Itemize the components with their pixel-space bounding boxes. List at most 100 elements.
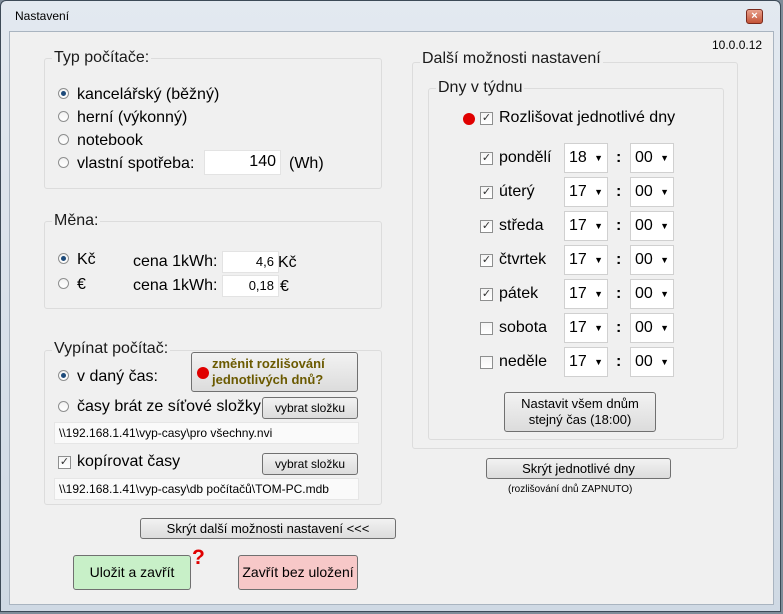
copy-times-label[interactable]: kopírovat časy [77, 453, 180, 471]
minute-select[interactable]: 00 ▼ [630, 313, 674, 343]
distinguish-days-checkbox[interactable]: ✓ [480, 112, 493, 125]
minute-select[interactable]: 00 ▼ [630, 347, 674, 377]
window-title: Nastavení [15, 9, 70, 23]
minute-value: 00 [635, 149, 653, 166]
price-eur-input[interactable]: 0,18 [222, 275, 279, 297]
minute-value: 00 [635, 353, 653, 370]
minute-value: 00 [635, 217, 653, 234]
chevron-down-icon: ▼ [660, 289, 669, 299]
hour-select[interactable]: 17 ▼ [564, 177, 608, 207]
minute-select[interactable]: 00 ▼ [630, 245, 674, 275]
chevron-down-icon: ▼ [660, 357, 669, 367]
chevron-down-icon: ▼ [660, 255, 669, 265]
hour-value: 17 [569, 319, 587, 336]
radio-notebook[interactable] [58, 134, 69, 145]
chevron-down-icon: ▼ [594, 323, 603, 333]
minute-value: 00 [635, 285, 653, 302]
distinguish-days-label[interactable]: Rozlišovat jednotlivé dny [499, 109, 675, 127]
day-checkbox[interactable]: ✓ [480, 288, 493, 301]
change-days-hint-button[interactable]: změnit rozlišování jednotlivých dnů? [191, 352, 358, 392]
hour-value: 17 [569, 353, 587, 370]
hour-select[interactable]: 17 ▼ [564, 245, 608, 275]
radio-czk[interactable] [58, 253, 69, 264]
minute-select[interactable]: 00 ▼ [630, 279, 674, 309]
hour-select[interactable]: 18 ▼ [564, 143, 608, 173]
hour-value: 17 [569, 285, 587, 302]
hour-select[interactable]: 17 ▼ [564, 211, 608, 241]
minute-select[interactable]: 00 ▼ [630, 143, 674, 173]
day-label[interactable]: pátek [499, 285, 538, 303]
minute-value: 00 [635, 319, 653, 336]
version-label: 10.0.0.12 [712, 38, 763, 52]
price-czk-input[interactable]: 4,6 [222, 251, 279, 273]
price-czk-unit: Kč [278, 254, 297, 271]
hour-value: 17 [569, 251, 587, 268]
day-label[interactable]: neděle [499, 353, 547, 371]
radio-office[interactable] [58, 88, 69, 99]
day-checkbox[interactable]: ✓ [480, 152, 493, 165]
computer-type-title: Typ počítače: [52, 49, 152, 67]
day-checkbox[interactable]: ✓ [480, 186, 493, 199]
day-label[interactable]: úterý [499, 183, 535, 201]
radio-eur[interactable] [58, 278, 69, 289]
currency-eur-label[interactable]: € [77, 276, 86, 294]
radio-network-folder[interactable] [58, 401, 69, 412]
title-bar[interactable]: Nastavení × [1, 1, 780, 31]
close-without-saving-button[interactable]: Zavřít bez uložení [238, 555, 358, 590]
option-custom-label[interactable]: vlastní spotřeba: [77, 155, 194, 173]
day-checkbox[interactable] [480, 322, 493, 335]
network-path-field[interactable]: \\192.168.1.41\vyp-casy\pro všechny.nvi [54, 422, 359, 444]
price-label-czk: cena 1kWh: [133, 253, 218, 270]
day-checkbox[interactable]: ✓ [480, 220, 493, 233]
hide-days-button[interactable]: Skrýt jednotlivé dny [486, 458, 671, 479]
day-label[interactable]: sobota [499, 319, 547, 337]
set-all-days-button[interactable]: Nastavit všem dnům stejný čas (18:00) [504, 392, 656, 432]
hide-more-options-button[interactable]: Skrýt další možnosti nastavení <<< [140, 518, 396, 539]
chevron-down-icon: ▼ [594, 187, 603, 197]
hour-select[interactable]: 17 ▼ [564, 313, 608, 343]
copy-path-field[interactable]: \\192.168.1.41\vyp-casy\db počítačů\TOM-… [54, 478, 359, 500]
close-button[interactable]: × [746, 9, 763, 24]
option-office-label[interactable]: kancelářský (běžný) [77, 86, 219, 104]
day-label[interactable]: středa [499, 217, 543, 235]
chevron-down-icon: ▼ [594, 255, 603, 265]
time-separator: : [616, 353, 622, 370]
select-folder-button-2[interactable]: vybrat složku [262, 453, 358, 475]
option-gaming-label[interactable]: herní (výkonný) [77, 109, 187, 127]
fixed-time-label[interactable]: v daný čas: [77, 368, 158, 386]
hour-select[interactable]: 17 ▼ [564, 347, 608, 377]
day-label[interactable]: čtvrtek [499, 251, 546, 269]
radio-fixed-time[interactable] [58, 370, 69, 381]
shutdown-title: Vypínat počítač: [52, 340, 171, 358]
hour-select[interactable]: 17 ▼ [564, 279, 608, 309]
custom-consumption-input[interactable]: 140 [204, 150, 281, 175]
time-separator: : [616, 217, 622, 234]
chevron-down-icon: ▼ [594, 221, 603, 231]
day-checkbox[interactable] [480, 356, 493, 369]
currency-czk-label[interactable]: Kč [77, 251, 96, 269]
select-folder-button-1[interactable]: vybrat složku [262, 397, 358, 419]
chevron-down-icon: ▼ [660, 221, 669, 231]
price-eur-unit: € [280, 278, 289, 295]
hour-value: 17 [569, 183, 587, 200]
settings-window: Nastavení × 10.0.0.12 Typ počítače: kanc… [0, 0, 781, 612]
day-checkbox[interactable]: ✓ [480, 254, 493, 267]
minute-select[interactable]: 00 ▼ [630, 211, 674, 241]
time-separator: : [616, 285, 622, 302]
minute-select[interactable]: 00 ▼ [630, 177, 674, 207]
save-and-close-button[interactable]: Uložit a zavřít [73, 555, 191, 590]
radio-custom[interactable] [58, 157, 69, 168]
option-notebook-label[interactable]: notebook [77, 132, 143, 150]
time-separator: : [616, 251, 622, 268]
chevron-down-icon: ▼ [594, 289, 603, 299]
network-folder-label[interactable]: časy brát ze síťové složky [77, 398, 261, 416]
days-title: Dny v týdnu [436, 79, 525, 97]
day-label[interactable]: pondělí [499, 149, 552, 167]
hour-value: 18 [569, 149, 587, 166]
custom-unit-label: (Wh) [289, 155, 324, 172]
time-separator: : [616, 183, 622, 200]
radio-gaming[interactable] [58, 111, 69, 122]
copy-times-checkbox[interactable]: ✓ [58, 456, 71, 469]
red-dot-icon [197, 367, 209, 379]
change-days-hint-label: změnit rozlišování jednotlivých dnů? [212, 356, 325, 387]
